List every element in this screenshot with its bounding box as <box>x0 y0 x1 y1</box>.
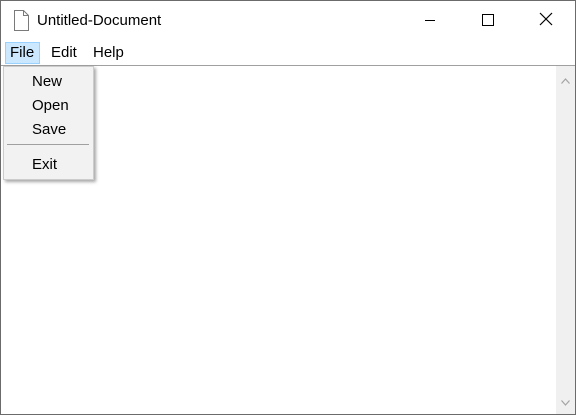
minimize-icon <box>424 13 436 30</box>
scroll-down-button[interactable] <box>556 392 575 410</box>
scroll-up-button[interactable] <box>556 70 575 88</box>
close-icon <box>539 12 553 30</box>
close-button[interactable] <box>517 1 575 41</box>
title-bar[interactable]: Untitled-Document <box>1 1 575 41</box>
menu-edit[interactable]: Edit <box>46 42 82 64</box>
minimize-button[interactable] <box>401 1 459 41</box>
app-window: Untitled-Document File Edit Help New Ope… <box>0 0 576 415</box>
menu-item-new[interactable]: New <box>32 73 62 90</box>
menu-separator <box>7 144 89 145</box>
chevron-down-icon <box>561 393 570 410</box>
menu-file[interactable]: File <box>5 42 40 64</box>
menu-item-exit[interactable]: Exit <box>32 156 57 173</box>
menu-help[interactable]: Help <box>88 42 129 64</box>
menu-item-open[interactable]: Open <box>32 97 69 114</box>
vertical-scrollbar[interactable] <box>556 66 575 414</box>
document-icon <box>13 10 29 31</box>
maximize-button[interactable] <box>459 1 517 41</box>
menu-item-save[interactable]: Save <box>32 121 66 138</box>
window-title: Untitled-Document <box>37 12 162 29</box>
maximize-icon <box>482 13 494 30</box>
menu-bar: File Edit Help <box>1 41 575 65</box>
file-menu-dropdown: New Open Save Exit <box>3 66 94 180</box>
chevron-up-icon <box>561 71 570 88</box>
